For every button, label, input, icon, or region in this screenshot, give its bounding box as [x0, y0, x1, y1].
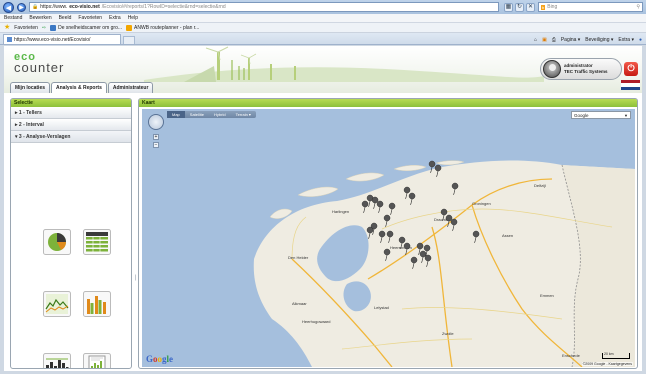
search-input[interactable]: b Bing ⚲: [538, 2, 643, 12]
zoom-out-button[interactable]: −: [153, 142, 159, 148]
address-bar[interactable]: 🔒 https://www. eco-visio.net/Ecovisio/#/r…: [29, 2, 499, 12]
city-label: Heerhugowaard: [302, 319, 330, 324]
feeds-icon[interactable]: ▣: [542, 37, 547, 43]
city-label: Enschede: [562, 353, 581, 358]
dutch-flag-icon[interactable]: [621, 80, 640, 90]
city-label: Emmen: [540, 293, 554, 298]
avatar: [543, 60, 561, 78]
menu-favorieten[interactable]: Favorieten: [78, 15, 102, 21]
section-interval[interactable]: ▸ 2 - Interval: [11, 119, 131, 131]
safety-menu[interactable]: Beveiliging ▾: [585, 37, 613, 43]
map-type-map[interactable]: Map: [167, 111, 185, 118]
page-icon: [7, 37, 12, 42]
page-content: eco counter administrator TEC Traffic Sy…: [4, 46, 642, 371]
map-type-control: Map Satellite Hybrid Terrain ▾: [167, 111, 256, 118]
line-chart-report-icon[interactable]: [43, 291, 71, 317]
favorites-bar: ★ Favorieten ⇨ De snelheidscamer om gro.…: [0, 23, 646, 33]
address-host: eco-visio.net: [69, 4, 100, 10]
selection-panel: Selectie ▸ 1 - Tellers ▸ 2 - Interval ▾ …: [10, 98, 132, 369]
bar-chart-report-icon[interactable]: [83, 291, 111, 317]
section-analyse-verslagen[interactable]: ▾ 3 - Analyse-Verslagen: [11, 131, 131, 143]
google-map[interactable]: Den Helder Alkmaar Heerhugowaard Lelysta…: [142, 109, 635, 367]
logout-button[interactable]: ⏻: [624, 62, 638, 76]
address-path: /Ecovisio/#/reports/1?RowID=selectie&rnd…: [101, 4, 226, 10]
eco-counter-logo[interactable]: eco counter: [14, 52, 94, 75]
command-bar: ⌂ ▣ ⎙ Pagina ▾ Beveiliging ▾ Extra ▾ ●: [534, 35, 642, 44]
panel-splitter-handle[interactable]: ❘❘: [133, 272, 143, 284]
city-label: Zwolle: [442, 331, 454, 336]
favorite-link-2[interactable]: ANWB routeplanner - plan r...: [126, 24, 200, 31]
user-company: TEC Traffic Systems: [564, 69, 608, 74]
compat-view-icon[interactable]: ▦: [504, 2, 513, 12]
map-scale: 20 km: [602, 352, 630, 359]
wind-turbine-landscape-image: [144, 46, 544, 82]
zoom-in-button[interactable]: +: [153, 134, 159, 140]
city-label: Delfzijl: [534, 183, 546, 188]
search-icon[interactable]: ⚲: [636, 4, 640, 10]
pie-chart-report-icon[interactable]: [43, 229, 71, 255]
map-type-hybrid[interactable]: Hybrid: [209, 111, 231, 118]
logo-counter: counter: [14, 60, 65, 75]
map-copyright[interactable]: ©2009 Google - Kaartgegevens: [581, 362, 633, 366]
menu-help[interactable]: Help: [128, 15, 138, 21]
print-icon[interactable]: ⎙: [552, 37, 556, 43]
menu-bar: Bestand Bewerken Beeld Favorieten Extra …: [0, 14, 646, 23]
favorite-link-1[interactable]: De snelheidscamer om gro...: [50, 24, 123, 31]
favorite-link-2-label: ANWB routeplanner - plan r...: [134, 24, 200, 31]
back-button[interactable]: ◀: [3, 1, 14, 13]
user-info[interactable]: administrator TEC Traffic Systems: [540, 58, 622, 80]
bar-histogram-report-icon[interactable]: [43, 353, 71, 369]
tab-administrateur[interactable]: Administrateur: [107, 82, 154, 93]
menu-beeld[interactable]: Beeld: [59, 15, 72, 21]
google-logo[interactable]: Google: [146, 354, 173, 364]
power-icon: ⏻: [627, 63, 635, 73]
browser-tab[interactable]: https://www.eco-visio.net/Ecovisio/: [3, 34, 121, 44]
table-report-icon[interactable]: [83, 229, 111, 255]
page-icon: [126, 24, 133, 31]
favorites-button[interactable]: Favorieten: [14, 25, 38, 31]
add-favorite-icon[interactable]: ⇨: [42, 25, 46, 31]
map-type-terrain[interactable]: Terrain ▾: [231, 111, 256, 118]
bing-icon: b: [541, 4, 546, 10]
app-tabs: Mijn locaties Analysis & Reports Adminis…: [10, 82, 154, 93]
selection-panel-title: Selectie: [11, 99, 131, 107]
map-provider-select[interactable]: Google: [571, 111, 631, 119]
menu-extra[interactable]: Extra: [109, 15, 121, 21]
browser-tab-title: https://www.eco-visio.net/Ecovisio/: [14, 36, 91, 43]
forward-button[interactable]: ▶: [17, 2, 26, 12]
map-type-satellite[interactable]: Satellite: [185, 111, 209, 118]
tab-analysis-reports[interactable]: Analysis & Reports: [51, 82, 107, 93]
lock-icon: 🔒: [32, 4, 39, 10]
address-prefix: https://www.: [40, 4, 68, 10]
star-icon[interactable]: ★: [4, 24, 10, 32]
section-tellers[interactable]: ▸ 1 - Tellers: [11, 107, 131, 119]
refresh-icon[interactable]: ↻: [515, 2, 524, 12]
menu-bestand[interactable]: Bestand: [4, 15, 22, 21]
city-label: Lelystad: [374, 305, 389, 310]
city-label: Groningen: [472, 201, 491, 206]
tab-mijn-locaties[interactable]: Mijn locaties: [10, 82, 51, 93]
help-icon[interactable]: ●: [639, 37, 642, 43]
city-label: Den Helder: [288, 255, 309, 260]
city-label: Assen: [502, 233, 513, 238]
document-report-icon[interactable]: [83, 353, 111, 369]
page-menu[interactable]: Pagina ▾: [561, 37, 580, 43]
city-label: Harlingen: [332, 209, 349, 214]
search-placeholder: Bing: [547, 4, 558, 10]
menu-bewerken[interactable]: Bewerken: [29, 15, 51, 21]
pan-control[interactable]: [148, 114, 164, 130]
map-panel: Kaart Den Helder Alkmaar Heerhugowaard L…: [138, 98, 638, 369]
favorite-link-1-label: De snelheidscamer om gro...: [58, 24, 123, 31]
map-panel-title: Kaart: [139, 99, 637, 107]
stop-icon[interactable]: ✕: [526, 2, 535, 12]
browser-toolbar: ◀ ▶ 🔒 https://www. eco-visio.net/Ecovisio…: [0, 0, 646, 14]
home-icon[interactable]: ⌂: [534, 37, 537, 43]
new-tab-button[interactable]: [123, 36, 135, 44]
page-icon: [50, 24, 57, 31]
city-label: Alkmaar: [292, 301, 307, 306]
map-canvas[interactable]: Den Helder Alkmaar Heerhugowaard Lelysta…: [142, 109, 635, 367]
app-header: eco counter administrator TEC Traffic Sy…: [4, 46, 642, 93]
tools-menu[interactable]: Extra ▾: [618, 37, 634, 43]
